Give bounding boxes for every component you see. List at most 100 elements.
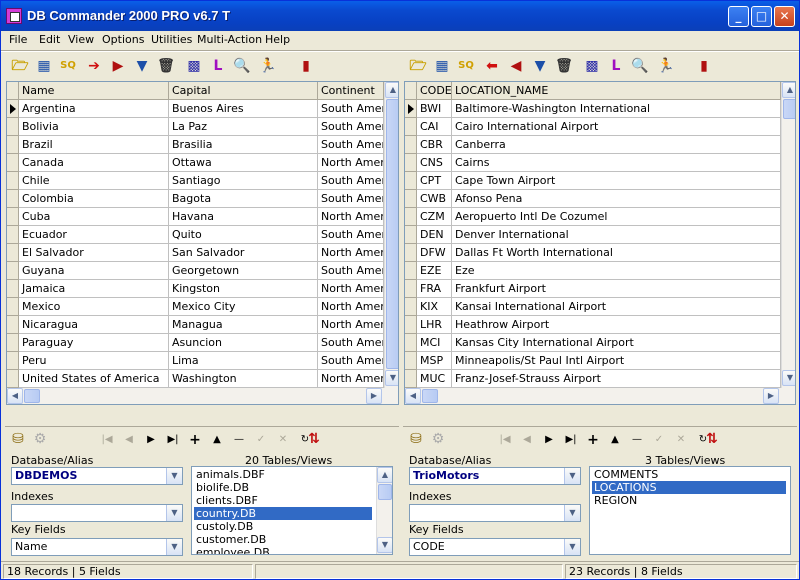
table-cell[interactable]: CAI — [417, 118, 452, 136]
table-cell[interactable]: Canberra — [452, 136, 781, 154]
table-cell[interactable]: Heathrow Airport — [452, 316, 781, 334]
table-row[interactable]: United States of America Washington North … — [7, 370, 398, 388]
scroll-thumb[interactable] — [378, 484, 392, 500]
row-indicator[interactable] — [405, 172, 417, 190]
left-vertical-scrollbar[interactable]: ▲ ▼ — [384, 82, 398, 388]
table-row[interactable]: MCI Kansas City International Airport — [405, 334, 795, 352]
maximize-button[interactable]: □ — [751, 6, 772, 27]
sql-icon[interactable]: SQ — [457, 57, 475, 75]
indexes-select[interactable]: ▼ — [409, 504, 581, 522]
current-row-indicator[interactable] — [405, 100, 417, 118]
table-cell[interactable]: Cuba — [19, 208, 169, 226]
tables-listbox[interactable]: ▲ ▼ animals.DBF biolife.DB clients.DBF coun… — [191, 466, 393, 555]
tables-scrollbar[interactable]: ▲ ▼ — [376, 467, 392, 554]
table-row[interactable]: KIX Kansai International Airport — [405, 298, 795, 316]
scroll-right-button[interactable]: ▶ — [763, 388, 779, 404]
list-item[interactable]: country.DB — [194, 507, 372, 520]
table-row[interactable]: EcuadorQuitoSouth America — [7, 226, 398, 244]
table-cell[interactable]: Eze — [452, 262, 781, 280]
table-cell[interactable]: North America — [318, 316, 384, 334]
nav-cancel-button[interactable]: ✕ — [273, 431, 293, 449]
table-cell[interactable]: Franz-Josef-Strauss Airport — [452, 370, 781, 388]
export-icon[interactable]: ▶ — [109, 57, 127, 75]
column-header-capital[interactable]: Capital — [169, 82, 318, 100]
right-data-grid[interactable]: CODE LOCATION_NAME BWI Baltimore-Washingt… — [404, 81, 796, 405]
list-item[interactable]: COMMENTS — [592, 468, 786, 481]
table-row[interactable]: NicaraguaManaguaNorth America — [7, 316, 398, 334]
list-item[interactable]: clients.DBF — [194, 494, 372, 507]
table-cell[interactable]: South America — [318, 172, 384, 190]
table-row[interactable]: MexicoMexico CityNorth America — [7, 298, 398, 316]
chevron-down-icon[interactable]: ▼ — [166, 539, 182, 555]
scroll-down-button[interactable]: ▼ — [377, 537, 392, 553]
table-cell[interactable]: MSP — [417, 352, 452, 370]
search-icon[interactable]: 🔍 — [233, 57, 251, 75]
refresh-db-icon[interactable]: ⚙ — [429, 430, 447, 448]
table-cell[interactable]: Paraguay — [19, 334, 169, 352]
menu-multi-action[interactable]: Multi-Action — [197, 33, 262, 46]
table-cell[interactable]: La Paz — [169, 118, 318, 136]
table-cell[interactable]: Asuncion — [169, 334, 318, 352]
key-fields-select[interactable]: Name ▼ — [11, 538, 183, 556]
search-icon[interactable]: 🔍 — [631, 57, 649, 75]
menu-view[interactable]: View — [68, 33, 94, 46]
nav-delete-button[interactable]: — — [229, 431, 249, 449]
right-horizontal-scrollbar[interactable]: ◀ ▶ — [405, 388, 795, 404]
database-alias-select[interactable]: TrioMotors ▼ — [409, 467, 581, 485]
table-cell[interactable]: Frankfurt Airport — [452, 280, 781, 298]
exit-icon[interactable]: ▮ — [695, 57, 713, 75]
table-cell[interactable]: North America — [318, 298, 384, 316]
table-cell[interactable]: Mexico — [19, 298, 169, 316]
table-cell[interactable]: Bolivia — [19, 118, 169, 136]
scroll-up-button[interactable]: ▲ — [385, 82, 398, 98]
scroll-thumb[interactable] — [422, 389, 438, 403]
table-cell[interactable]: Washington — [169, 370, 318, 388]
database-icon[interactable]: ⛁ — [9, 430, 27, 448]
nav-prior-button[interactable]: ◀ — [119, 431, 139, 449]
scroll-left-button[interactable]: ◀ — [7, 388, 23, 404]
row-indicator[interactable] — [7, 154, 19, 172]
title-bar[interactable]: DB Commander 2000 PRO v6.7 T _ □ ✕ — [1, 1, 799, 31]
nav-insert-button[interactable]: + — [583, 431, 603, 449]
refresh-db-icon[interactable]: ⚙ — [31, 430, 49, 448]
table-row[interactable]: GuyanaGeorgetownSouth America — [7, 262, 398, 280]
sql-icon[interactable]: SQ — [59, 57, 77, 75]
table-icon[interactable]: ▦ — [433, 57, 451, 75]
table-cell[interactable]: El Salvador — [19, 244, 169, 262]
table-cell[interactable]: DFW — [417, 244, 452, 262]
database-icon[interactable]: ⛁ — [407, 430, 425, 448]
run-icon[interactable]: 🏃 — [657, 57, 675, 75]
table-cell[interactable]: Georgetown — [169, 262, 318, 280]
table-row[interactable]: CAI Cairo International Airport — [405, 118, 795, 136]
row-indicator[interactable] — [405, 262, 417, 280]
table-row[interactable]: CanadaOttawaNorth America — [7, 154, 398, 172]
scroll-thumb[interactable] — [783, 99, 795, 119]
table-cell[interactable]: United States of America — [19, 370, 169, 388]
row-indicator[interactable] — [7, 352, 19, 370]
nav-post-button[interactable]: ✓ — [649, 431, 669, 449]
minimize-button[interactable]: _ — [728, 6, 749, 27]
table-row[interactable]: ArgentinaBuenos AiresSouth America — [7, 100, 398, 118]
table-cell[interactable]: Managua — [169, 316, 318, 334]
close-button[interactable]: ✕ — [774, 6, 795, 27]
grid-icon[interactable]: ▩ — [185, 57, 203, 75]
table-row[interactable]: FRA Frankfurt Airport — [405, 280, 795, 298]
row-indicator[interactable] — [7, 136, 19, 154]
current-row-indicator[interactable] — [7, 100, 19, 118]
column-header-continent[interactable]: Continent — [318, 82, 384, 100]
menu-file[interactable]: File — [9, 33, 27, 46]
indexes-select[interactable]: ▼ — [11, 504, 183, 522]
table-cell[interactable]: Nicaragua — [19, 316, 169, 334]
row-indicator[interactable] — [7, 334, 19, 352]
list-item[interactable]: biolife.DB — [194, 481, 372, 494]
table-cell[interactable]: South America — [318, 334, 384, 352]
table-row[interactable]: ColombiaBagotaSouth America — [7, 190, 398, 208]
chevron-down-icon[interactable]: ▼ — [166, 505, 182, 521]
table-cell[interactable]: Quito — [169, 226, 318, 244]
row-indicator[interactable] — [405, 298, 417, 316]
row-indicator[interactable] — [405, 244, 417, 262]
row-indicator[interactable] — [405, 118, 417, 136]
table-cell[interactable]: Baltimore-Washington International — [452, 100, 781, 118]
scroll-up-button[interactable]: ▲ — [782, 82, 795, 98]
table-row[interactable]: JamaicaKingstonNorth America — [7, 280, 398, 298]
